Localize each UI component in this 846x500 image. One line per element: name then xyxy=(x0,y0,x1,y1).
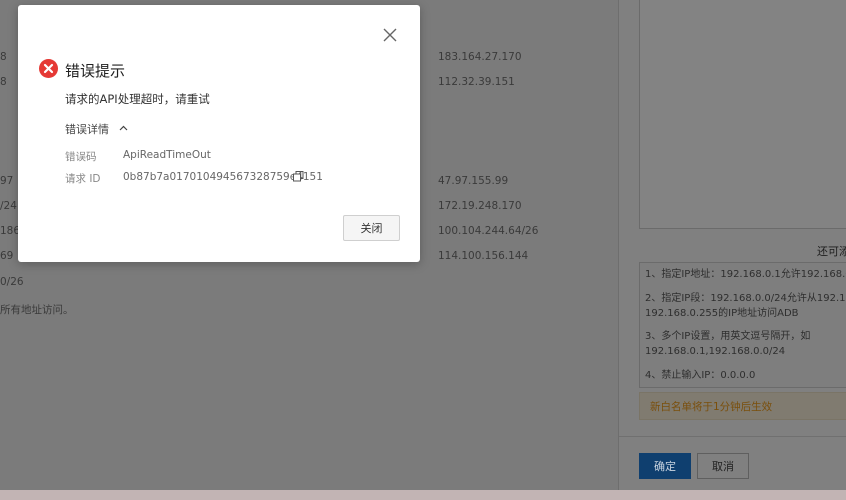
close-icon[interactable] xyxy=(380,25,400,45)
table-cell-partial: 0/26 xyxy=(0,276,24,288)
dialog-close-button[interactable]: 关闭 xyxy=(343,215,400,241)
request-id-label: 请求 ID xyxy=(65,173,101,185)
effective-notice-text: 新白名单将于1分钟后生效 xyxy=(650,401,773,413)
drawer-footer-divider xyxy=(619,436,846,437)
table-cell-ip: 114.100.156.144 xyxy=(438,250,529,262)
error-dialog: 错误提示 请求的API处理超时，请重试 错误详情 错误码 ApiReadTime… xyxy=(18,5,420,262)
tip-line: 3、多个IP设置，用英文逗号隔开，如 xyxy=(645,331,811,342)
error-code-label: 错误码 xyxy=(65,151,97,163)
error-code-value: ApiReadTimeOut xyxy=(123,149,211,161)
page-bottom-strip xyxy=(0,490,846,500)
effective-notice: 新白名单将于1分钟后生效 xyxy=(639,392,846,420)
whitelist-drawer: 还可添 1、指定IP地址：192.168.0.1允许192.168.0.1的 2… xyxy=(618,0,846,490)
tip-line: 192.168.0.1,192.168.0.0/24 xyxy=(645,346,786,357)
table-cell-ip: 100.104.244.64/26 xyxy=(438,225,539,237)
table-cell-ip: 183.164.27.170 xyxy=(438,51,522,63)
cancel-button[interactable]: 取消 xyxy=(697,453,749,479)
remaining-count-label: 还可添 xyxy=(817,245,846,258)
table-cell-partial: 8 xyxy=(0,51,7,63)
table-cell-partial: 69 xyxy=(0,250,14,262)
tip-line: 4、禁止输入IP：0.0.0.0 xyxy=(645,370,756,381)
table-cell-partial: /24 xyxy=(0,200,17,212)
tip-line: 2、指定IP段：192.168.0.0/24允许从192.168.0. xyxy=(645,293,846,304)
ip-whitelist-textarea[interactable] xyxy=(639,0,846,229)
table-cell-ip: 112.32.39.151 xyxy=(438,76,515,88)
chevron-up-icon xyxy=(119,124,128,136)
error-details-toggle[interactable]: 错误详情 xyxy=(65,121,128,137)
error-circle-icon xyxy=(39,59,58,78)
tip-line: 1、指定IP地址：192.168.0.1允许192.168.0.1的 xyxy=(645,269,846,280)
dialog-title: 错误提示 xyxy=(65,62,126,80)
tip-line: 192.168.0.255的IP地址访问ADB xyxy=(645,308,799,319)
table-cell-partial: 8 xyxy=(0,76,7,88)
table-cell-ip: 47.97.155.99 xyxy=(438,175,509,187)
copy-icon[interactable] xyxy=(293,171,304,182)
footer-text: 所有地址访问。 xyxy=(0,304,74,316)
ip-format-tips: 1、指定IP地址：192.168.0.1允许192.168.0.1的 2、指定I… xyxy=(639,262,846,388)
error-details-label: 错误详情 xyxy=(65,123,109,136)
table-cell-partial: 97 xyxy=(0,175,14,187)
dialog-message: 请求的API处理超时，请重试 xyxy=(65,92,210,106)
table-cell-ip: 172.19.248.170 xyxy=(438,200,522,212)
confirm-button[interactable]: 确定 xyxy=(639,453,691,479)
